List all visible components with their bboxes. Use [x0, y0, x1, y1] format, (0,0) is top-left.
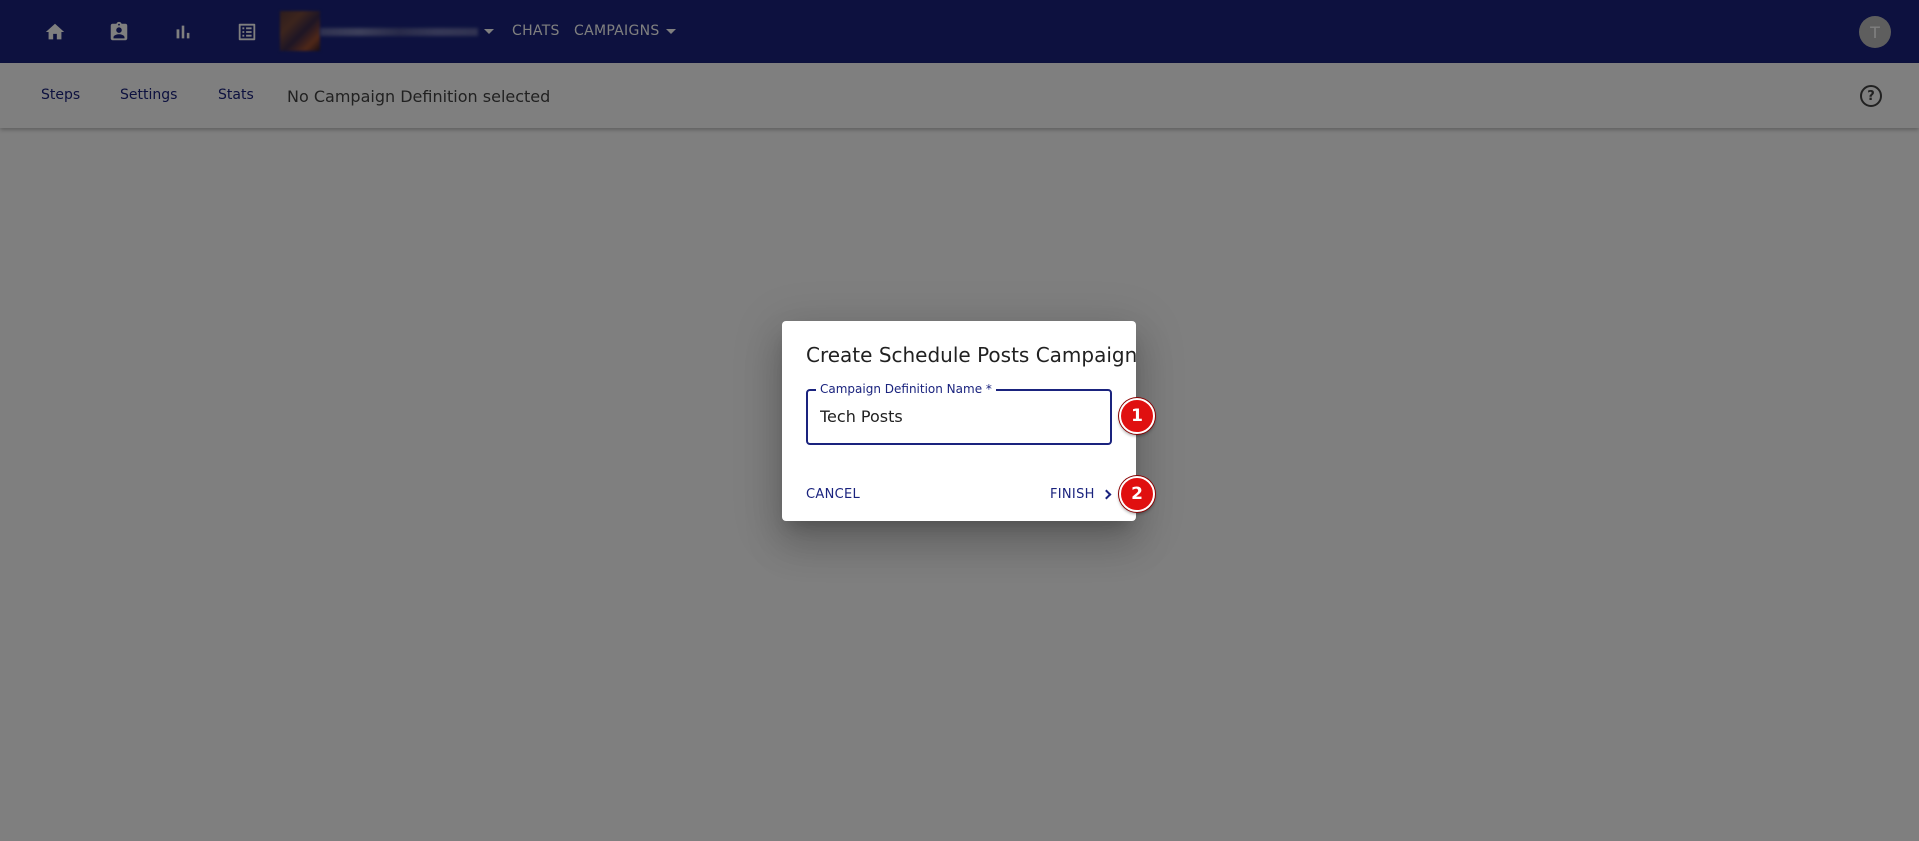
step-marker-2: 2: [1119, 476, 1155, 512]
step-marker-1: 1: [1119, 398, 1155, 434]
chevron-right-icon: [1101, 489, 1112, 500]
dialog-title: Create Schedule Posts Campaign: [806, 343, 1138, 367]
cancel-button-label: CANCEL: [806, 487, 861, 502]
create-campaign-dialog: Create Schedule Posts Campaign Campaign …: [782, 321, 1138, 521]
finish-button[interactable]: FINISH: [1050, 487, 1112, 502]
campaign-name-field[interactable]: Campaign Definition Name *: [806, 382, 1112, 445]
finish-button-label: FINISH: [1050, 487, 1095, 502]
cancel-button[interactable]: CANCEL: [806, 487, 860, 502]
campaign-name-input[interactable]: [820, 407, 1100, 426]
campaign-name-label: Campaign Definition Name *: [816, 382, 996, 396]
